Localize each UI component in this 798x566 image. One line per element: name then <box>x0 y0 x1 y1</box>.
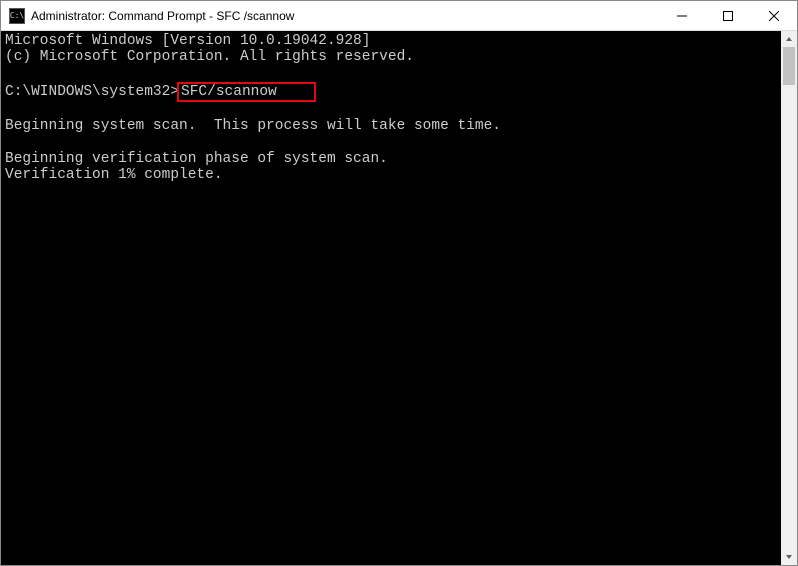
cmd-icon-text: C:\ <box>10 11 24 20</box>
blank-line <box>5 134 777 150</box>
scroll-down-button[interactable] <box>781 549 797 565</box>
version-line: Microsoft Windows [Version 10.0.19042.92… <box>5 33 777 49</box>
scroll-thumb[interactable] <box>783 47 795 85</box>
blank-line <box>5 102 777 118</box>
terminal-output[interactable]: Microsoft Windows [Version 10.0.19042.92… <box>1 31 781 565</box>
verification-progress-line: Verification 1% complete. <box>5 167 777 183</box>
command-text: SFC/scannow <box>181 84 277 100</box>
window-controls <box>659 1 797 30</box>
minimize-button[interactable] <box>659 1 705 30</box>
window-title: Administrator: Command Prompt - SFC /sca… <box>31 9 659 23</box>
copyright-line: (c) Microsoft Corporation. All rights re… <box>5 49 777 65</box>
scan-begin-line: Beginning system scan. This process will… <box>5 118 777 134</box>
scroll-track[interactable] <box>781 47 797 549</box>
scroll-up-button[interactable] <box>781 31 797 47</box>
prompt-line: C:\WINDOWS\system32>SFC/scannow <box>5 82 777 102</box>
verification-phase-line: Beginning verification phase of system s… <box>5 151 777 167</box>
window-titlebar: C:\ Administrator: Command Prompt - SFC … <box>1 1 797 31</box>
cmd-icon: C:\ <box>9 8 25 24</box>
close-button[interactable] <box>751 1 797 30</box>
vertical-scrollbar[interactable] <box>781 31 797 565</box>
prompt-path: C:\WINDOWS\system32> <box>5 84 179 100</box>
terminal-area: Microsoft Windows [Version 10.0.19042.92… <box>1 31 797 565</box>
maximize-button[interactable] <box>705 1 751 30</box>
blank-line <box>5 65 777 81</box>
command-highlight: SFC/scannow <box>177 82 316 102</box>
